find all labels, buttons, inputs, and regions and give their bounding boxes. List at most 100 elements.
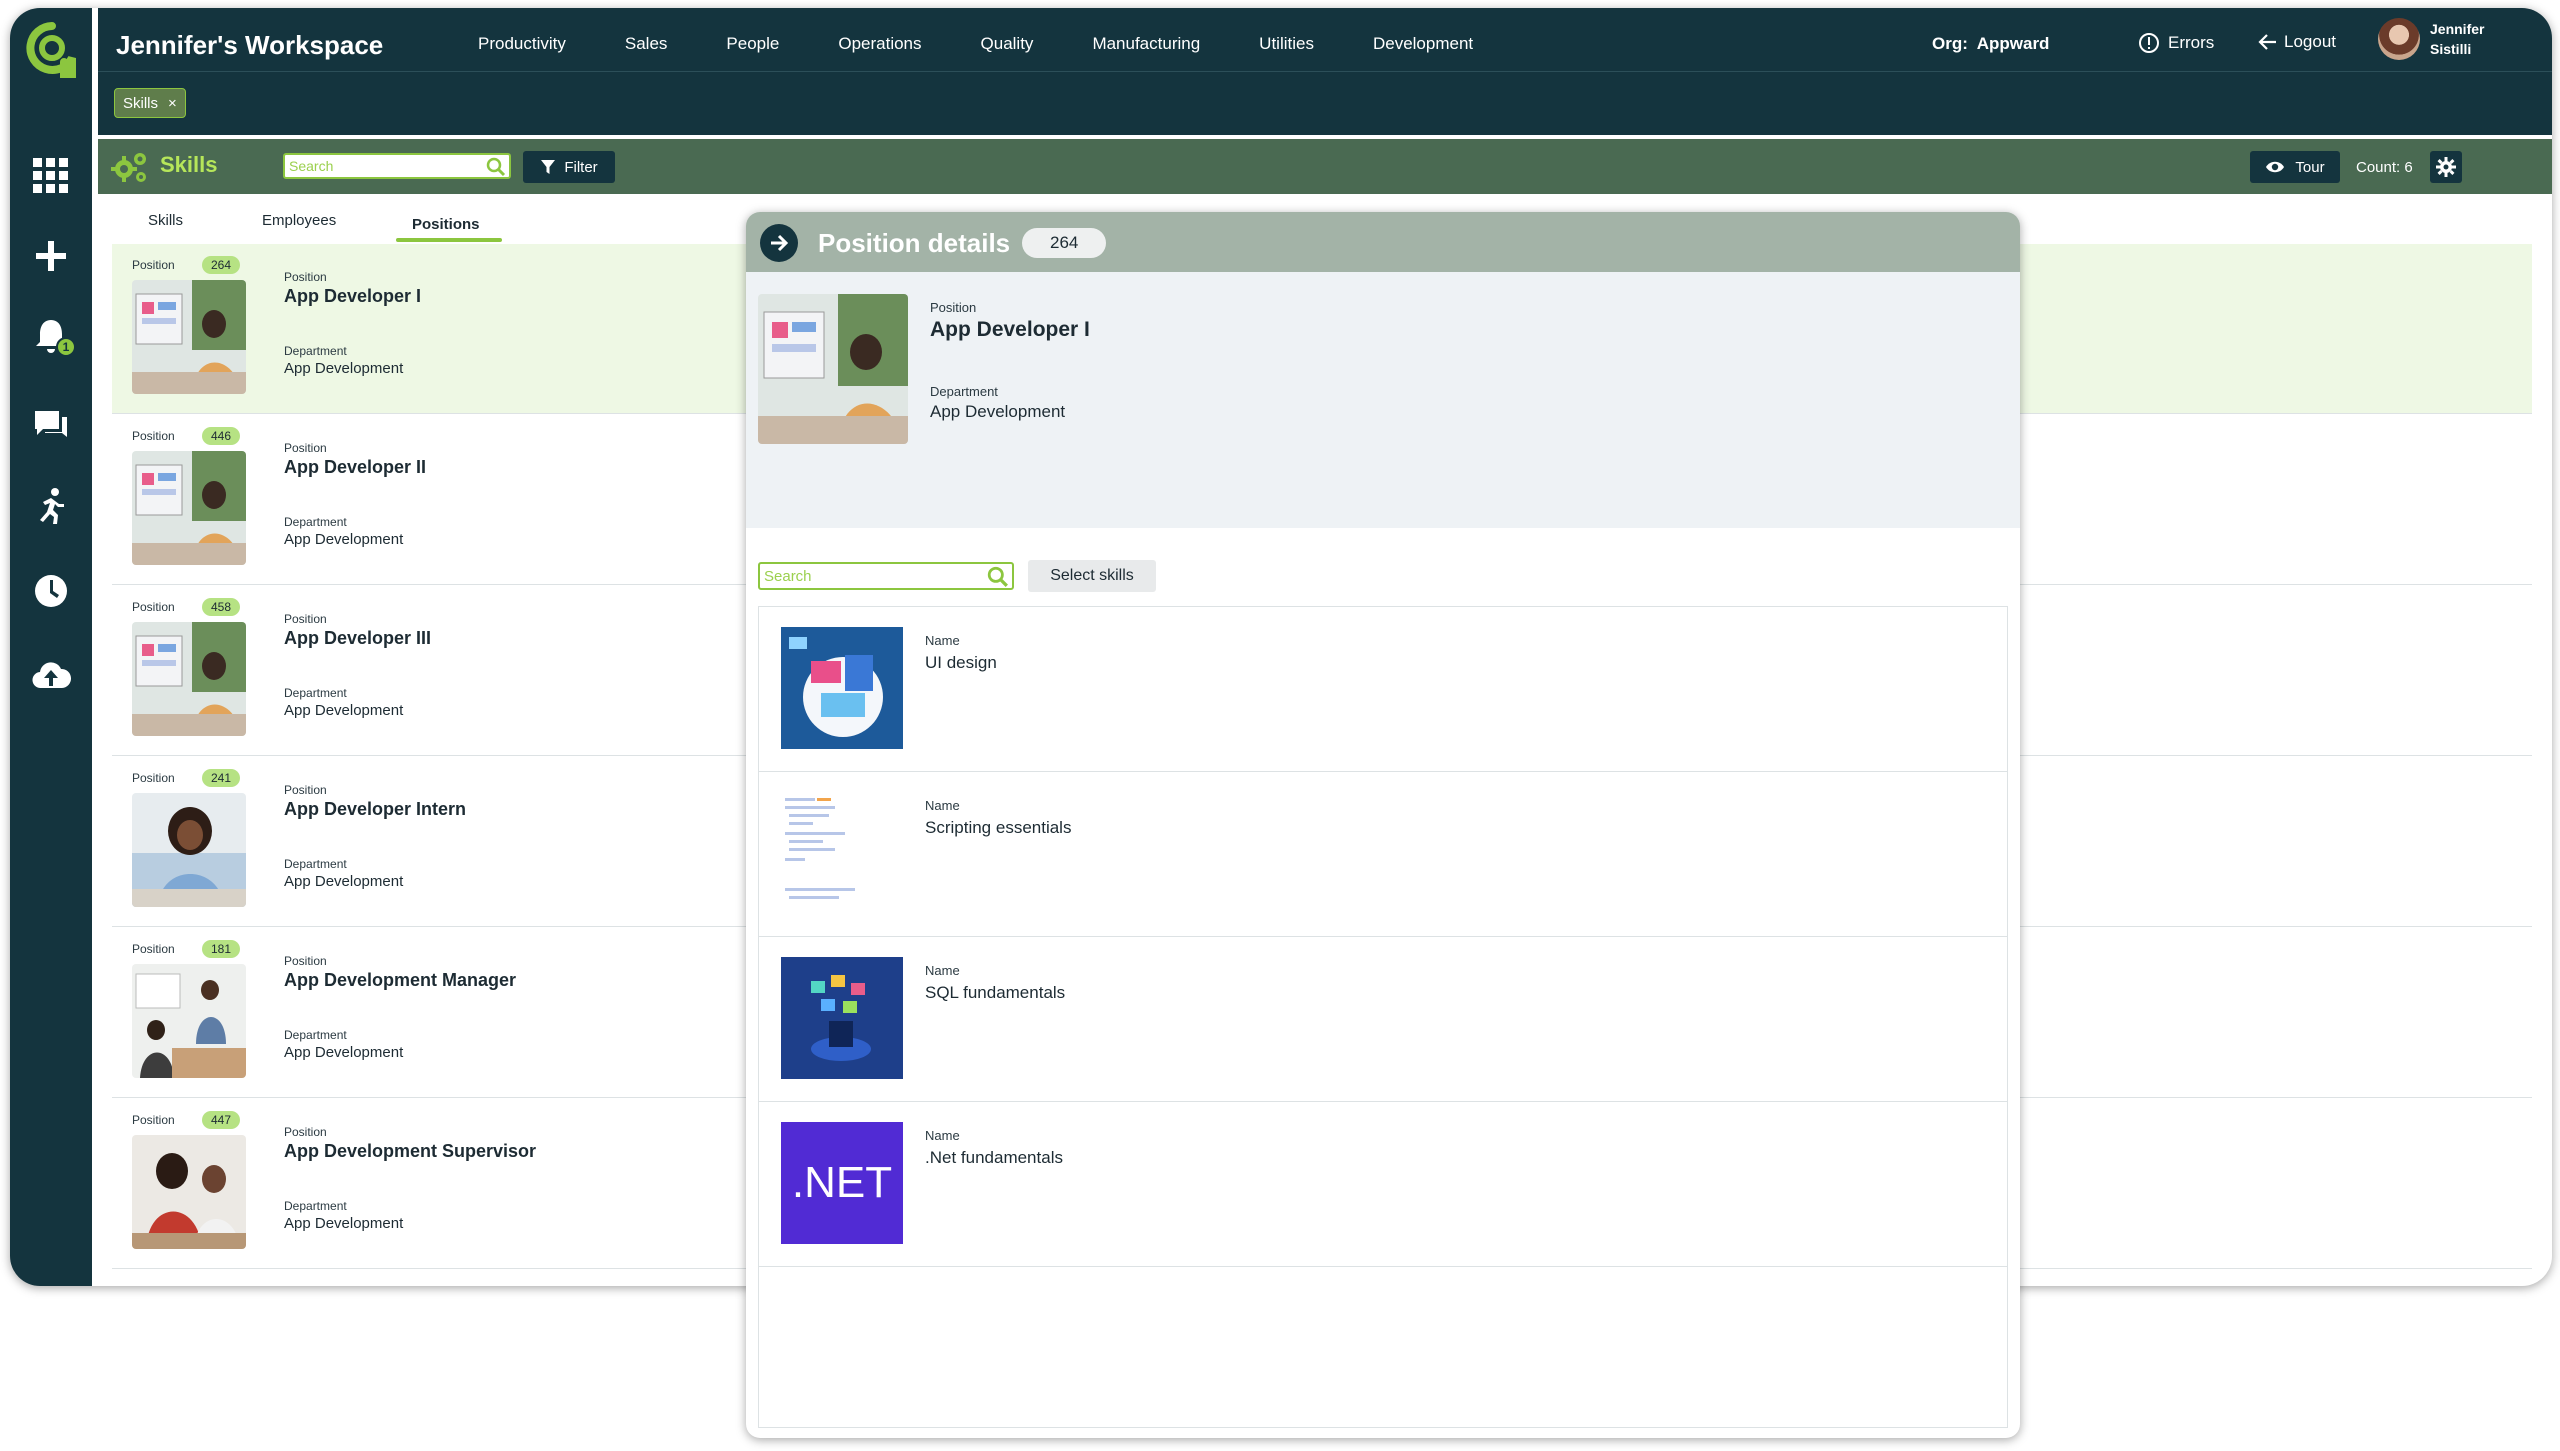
position-title: App Development Manager: [284, 970, 517, 990]
skill-item[interactable]: .NET Name .Net fundamentals: [759, 1102, 2007, 1267]
nav-sales[interactable]: Sales: [625, 34, 668, 54]
chat-icon[interactable]: [28, 402, 74, 448]
select-skills-button[interactable]: Select skills: [1028, 560, 1156, 592]
activity-runner-icon[interactable]: [28, 483, 74, 529]
position-label: Position: [284, 612, 327, 626]
position-department: App Development: [284, 1044, 404, 1061]
position-id-badge: 181: [202, 940, 241, 958]
skills-search-placeholder: Search: [764, 568, 812, 585]
position-photo: [132, 1135, 246, 1249]
filter-button[interactable]: Filter: [523, 151, 615, 183]
position-label: Position: [284, 954, 327, 968]
skills-search-input[interactable]: Search: [758, 562, 1014, 590]
cloud-upload-icon[interactable]: [28, 653, 74, 699]
position-title: App Developer II: [284, 457, 427, 477]
position-department: App Development: [284, 702, 404, 719]
department-label: Department: [284, 857, 347, 871]
skill-image-ui-design: [781, 627, 903, 749]
org-value: Appward: [1976, 34, 2050, 53]
position-photo: [132, 451, 246, 565]
user-profile[interactable]: Jennifer Sistilli: [2378, 18, 2484, 60]
notifications-bell-icon[interactable]: 1: [28, 313, 76, 359]
logout-button[interactable]: Logout: [2258, 32, 2336, 52]
department-label: Department: [284, 686, 347, 700]
eye-icon: [2266, 161, 2285, 173]
active-tab-underline: [396, 238, 502, 242]
search-icon[interactable]: [486, 157, 506, 177]
nav-quality[interactable]: Quality: [981, 34, 1034, 54]
skill-name: SQL fundamentals: [925, 983, 1066, 1002]
org-label: Org:: [1932, 34, 1968, 53]
details-summary: Position App Developer I Department App …: [746, 272, 2020, 528]
skill-item[interactable]: Name UI design: [759, 607, 2007, 772]
skill-item[interactable]: Name SQL fundamentals: [759, 937, 2007, 1102]
details-position-title: App Developer I: [930, 318, 1090, 341]
workspace-title: Jennifer's Workspace: [116, 30, 384, 60]
skill-name: UI design: [925, 653, 997, 672]
skills-list: Name UI design Name Scripting essentials…: [758, 606, 2008, 1428]
left-sidebar: 1: [10, 8, 92, 1286]
position-photo: [132, 793, 246, 907]
top-header: Jennifer's Workspace Productivity Sales …: [98, 8, 2552, 135]
module-search-input[interactable]: Search: [283, 153, 511, 179]
nav-manufacturing[interactable]: Manufacturing: [1092, 34, 1200, 54]
details-header: Position details 264: [746, 212, 2020, 272]
position-label: Position: [284, 1125, 327, 1139]
tour-label: Tour: [2295, 158, 2325, 176]
nav-productivity[interactable]: Productivity: [478, 34, 566, 54]
position-id-badge: 264: [202, 256, 241, 274]
skill-name: Scripting essentials: [925, 818, 1072, 837]
errors-label: Errors: [2168, 33, 2215, 52]
skill-item[interactable]: Name Scripting essentials: [759, 772, 2007, 937]
position-photo: [132, 622, 246, 736]
department-label: Department: [284, 1199, 347, 1213]
position-label: Position: [284, 783, 327, 797]
nav-utilities[interactable]: Utilities: [1259, 34, 1314, 54]
skill-name-label: Name: [925, 1128, 960, 1143]
position-title: App Developer III: [284, 628, 432, 648]
position-id-label: Position: [132, 429, 175, 443]
details-position-label: Position: [930, 300, 977, 315]
nav-development[interactable]: Development: [1373, 34, 1473, 54]
department-label: Department: [284, 1028, 347, 1042]
position-department: App Development: [284, 873, 404, 890]
position-title: App Development Supervisor: [284, 1141, 537, 1161]
tab-positions[interactable]: Positions: [412, 216, 480, 233]
user-first-name: Jennifer: [2430, 21, 2485, 37]
open-tab-chip-skills[interactable]: Skills ×: [114, 88, 186, 118]
position-photo: [132, 964, 246, 1078]
details-title: Position details: [818, 228, 1011, 258]
arrow-right-icon: [771, 234, 789, 252]
details-department: App Development: [930, 402, 1066, 421]
chip-close-icon[interactable]: ×: [168, 95, 177, 112]
position-id-label: Position: [132, 771, 175, 785]
position-id-label: Position: [132, 258, 175, 272]
nav-operations[interactable]: Operations: [838, 34, 921, 54]
module-title: Skills: [160, 152, 218, 177]
position-details-panel: Position details 264 Position App Develo…: [746, 212, 2020, 1438]
logout-label: Logout: [2284, 32, 2336, 51]
filter-funnel-icon: [541, 160, 556, 174]
close-details-button[interactable]: [760, 224, 798, 262]
skill-name-label: Name: [925, 633, 960, 648]
org-selector[interactable]: Org: Appward: [1932, 34, 2049, 54]
skill-image-sql: [781, 957, 903, 1079]
notification-count-badge: 1: [56, 337, 76, 357]
position-department: App Development: [284, 531, 404, 548]
clock-icon[interactable]: [28, 568, 74, 614]
position-department: App Development: [284, 360, 404, 377]
nav-people[interactable]: People: [726, 34, 779, 54]
tour-button[interactable]: Tour: [2250, 151, 2340, 183]
skill-name-label: Name: [925, 798, 960, 813]
apps-grid-icon[interactable]: [28, 153, 74, 199]
search-icon[interactable]: [987, 566, 1009, 588]
app-logo-icon[interactable]: [26, 22, 78, 78]
position-id-label: Position: [132, 600, 175, 614]
add-icon[interactable]: [28, 233, 74, 279]
tab-employees[interactable]: Employees: [262, 212, 336, 229]
view-tabs: Skills Employees Positions: [98, 194, 738, 244]
position-id-label: Position: [132, 942, 175, 956]
errors-button[interactable]: Errors: [2138, 32, 2214, 54]
tab-skills[interactable]: Skills: [148, 212, 183, 229]
settings-button[interactable]: [2430, 151, 2462, 183]
